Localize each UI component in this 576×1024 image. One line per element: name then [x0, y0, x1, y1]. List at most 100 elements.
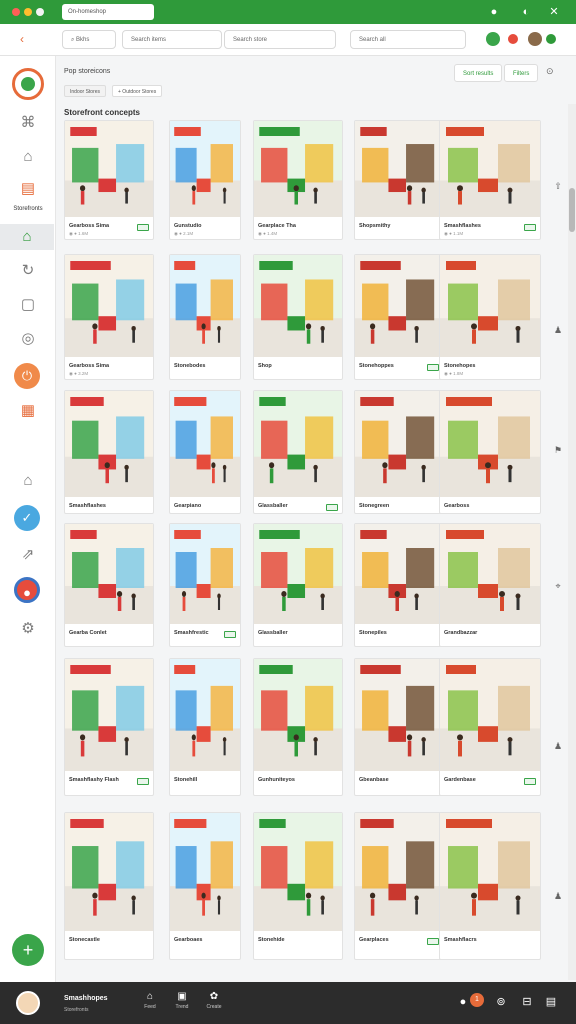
person-icon[interactable]: ♟ [552, 740, 564, 752]
user-icon[interactable]: ♟ [552, 890, 564, 902]
storefront-image[interactable] [355, 255, 443, 357]
storefront-image[interactable] [355, 391, 443, 497]
storefront-image[interactable] [170, 121, 240, 217]
storefront-image[interactable] [254, 255, 342, 357]
storefront-image[interactable] [440, 121, 540, 217]
storefront-card[interactable]: Gearboss [439, 390, 541, 514]
notification-badge[interactable]: 1 [470, 993, 484, 1007]
storefront-card[interactable]: Gunstudio ◉ ● 2.1M [169, 120, 241, 240]
info-icon[interactable]: ◐ [518, 4, 534, 20]
add-button[interactable]: + [12, 934, 44, 966]
sort-button[interactable]: Sort results [454, 64, 503, 82]
close-icon[interactable]: ✕ [546, 4, 562, 20]
leaf-icon[interactable]: ✓ [14, 505, 40, 531]
storefront-image[interactable] [170, 255, 240, 357]
filter-field-two[interactable]: Search store [224, 30, 336, 49]
storefront-card[interactable]: Gearboss Sima ◉ ● 1.6M [64, 120, 154, 240]
storefront-card[interactable]: Glassballer [253, 523, 343, 647]
refresh-icon[interactable]: ↻ [14, 258, 42, 284]
storefront-image[interactable] [440, 255, 540, 357]
storefront-card[interactable]: Gearplace Tha ◉ ● 1.4M [253, 120, 343, 240]
storefront-image[interactable] [65, 121, 153, 217]
tag-icon[interactable]: ⌂ [14, 144, 42, 170]
window-maximize-dot[interactable] [36, 8, 44, 16]
storefront-card[interactable]: Smashflacrs [439, 812, 541, 960]
storefront-card[interactable]: Shop [253, 254, 343, 380]
box-icon[interactable]: ▢ [14, 292, 42, 318]
settings-icon[interactable]: ⚙ [14, 616, 42, 642]
storefront-image[interactable] [254, 391, 342, 497]
calendar-icon[interactable]: ▦ [14, 398, 42, 424]
storefront-card[interactable]: Smashflashes ◉ ● 1.1M [439, 120, 541, 240]
user-icon[interactable]: ♟ [552, 324, 564, 336]
avatar[interactable] [528, 32, 542, 46]
storefront-card[interactable]: Gearpiano [169, 390, 241, 514]
storefront-image[interactable] [254, 524, 342, 624]
window-minimize-dot[interactable] [24, 8, 32, 16]
shop-icon[interactable]: ⊟ [520, 995, 534, 1009]
storefront-card[interactable]: Stonebodes [169, 254, 241, 380]
storefront-card[interactable]: Shopsmithy [354, 120, 444, 240]
tab-outdoor[interactable]: + Outdoor Stores [112, 85, 163, 97]
tab-indoor[interactable]: Indoor Stores [64, 85, 107, 97]
storefront-card[interactable]: Stonegreen [354, 390, 444, 514]
chat-icon[interactable]: ● [486, 4, 502, 20]
nav-create[interactable]: ✿ Create [202, 991, 226, 1010]
storefront-card[interactable]: Gearboss Sima ◉ ● 3.2M [64, 254, 154, 380]
storefront-card[interactable]: Stonehide [253, 812, 343, 960]
avatar-small[interactable] [546, 34, 556, 44]
window-close-dot[interactable] [12, 8, 20, 16]
storefront-card[interactable]: Gardenbase [439, 658, 541, 796]
grid-icon[interactable]: ▤ [544, 995, 558, 1009]
document-icon[interactable]: ▤ [14, 176, 42, 202]
storefront-image[interactable] [65, 813, 153, 931]
flag-icon[interactable]: ⚑ [552, 444, 564, 456]
circle-icon[interactable]: ◎ [14, 326, 42, 352]
storefront-card[interactable]: Smashflashes [64, 390, 154, 514]
storefront-image[interactable] [65, 659, 153, 771]
share-icon[interactable]: ⇧ [552, 180, 564, 192]
storefront-image[interactable] [440, 813, 540, 931]
storefront-image[interactable] [355, 524, 443, 624]
storefront-image[interactable] [440, 524, 540, 624]
chevron-left-icon[interactable]: ‹ [20, 32, 24, 46]
storefront-card[interactable]: Gearba Conlet [64, 523, 154, 647]
storefront-image[interactable] [65, 524, 153, 624]
power-icon[interactable]: ⏻ [14, 363, 40, 389]
storefront-image[interactable] [355, 813, 443, 931]
pin-icon[interactable]: ⌖ [552, 580, 564, 592]
scrollbar-thumb[interactable] [569, 188, 575, 232]
target-icon[interactable]: ● [14, 577, 40, 603]
storefront-card[interactable]: Gunhuniteyos [253, 658, 343, 796]
storefront-card[interactable]: Glassballer [253, 390, 343, 514]
storefront-card[interactable]: Grandbazzar [439, 523, 541, 647]
puzzle-icon[interactable]: ⌘ [14, 110, 42, 136]
storefront-card[interactable]: Stonehill [169, 658, 241, 796]
more-icon[interactable]: ⊙ [546, 66, 554, 77]
storefront-image[interactable] [170, 813, 240, 931]
storefront-card[interactable]: Gbeanbase [354, 658, 444, 796]
brand-logo[interactable] [12, 68, 44, 100]
nav-trend[interactable]: ▣ Trend [170, 991, 194, 1010]
filter-field-three[interactable]: Search all [350, 30, 466, 49]
scrollbar[interactable] [568, 104, 576, 980]
avatar[interactable] [16, 991, 40, 1015]
shop-icon[interactable]: ⌂ [14, 468, 42, 494]
settings-icon[interactable]: ⊚ [494, 995, 508, 1009]
storefront-image[interactable] [440, 659, 540, 771]
status-red-dot[interactable] [508, 34, 518, 44]
storefront-image[interactable] [355, 659, 443, 771]
storefront-image[interactable] [65, 255, 153, 357]
filter-field-one[interactable]: Search items [122, 30, 222, 49]
storefront-image[interactable] [170, 659, 240, 771]
storefront-card[interactable]: Stonepiles [354, 523, 444, 647]
nav-feed[interactable]: ⌂ Feed [138, 991, 162, 1010]
storefront-image[interactable] [170, 391, 240, 497]
status-green-dot[interactable] [486, 32, 500, 46]
storefront-card[interactable]: Gearboaes [169, 812, 241, 960]
bell-icon[interactable]: ● [456, 995, 470, 1009]
home-icon[interactable]: ⌂ [0, 224, 54, 250]
storefront-image[interactable] [254, 813, 342, 931]
storefront-image[interactable] [254, 659, 342, 771]
storefront-card[interactable]: Smashflashy Flash [64, 658, 154, 796]
